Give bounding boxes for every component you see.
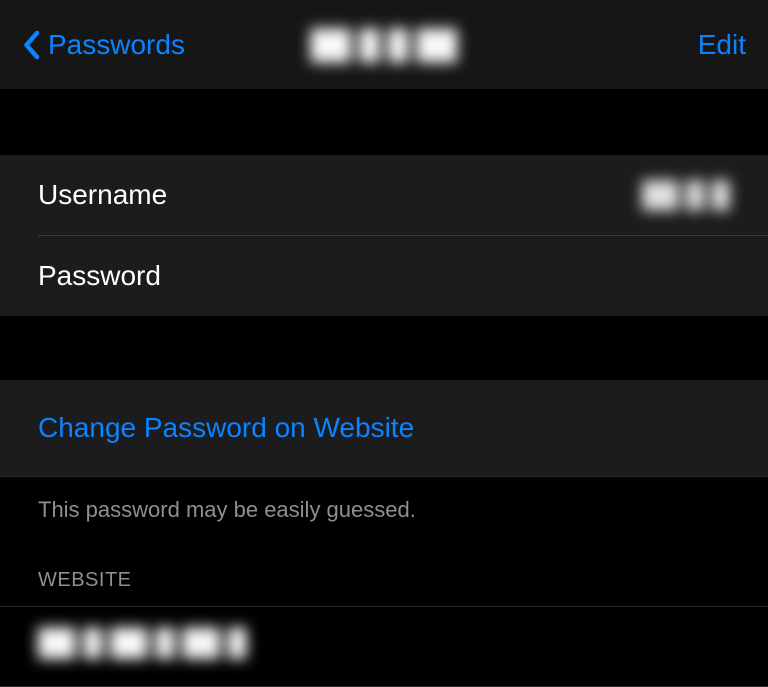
- title-redacted: ██ █ █ ██: [311, 29, 458, 61]
- nav-bar: Passwords ██ █ █ ██ Edit: [0, 0, 768, 89]
- chevron-left-icon: [22, 30, 40, 60]
- spacer: [0, 316, 768, 380]
- username-row[interactable]: Username ██ █ █: [0, 155, 768, 235]
- password-label: Password: [38, 260, 161, 292]
- password-row[interactable]: Password: [0, 236, 768, 316]
- website-value: ██ █ ██ █ ██ █: [38, 627, 247, 658]
- website-header: WEBSITE: [0, 551, 768, 606]
- security-hint: This password may be easily guessed.: [0, 477, 768, 551]
- username-value: ██ █ █: [642, 181, 730, 210]
- username-label: Username: [38, 179, 167, 211]
- change-password-button[interactable]: Change Password on Website: [0, 380, 768, 476]
- spacer: [0, 89, 768, 155]
- page-title: ██ █ █ ██: [311, 29, 458, 61]
- credentials-group: Username ██ █ █ Password: [0, 155, 768, 316]
- edit-button[interactable]: Edit: [698, 29, 746, 61]
- back-button[interactable]: Passwords: [22, 29, 185, 61]
- website-row[interactable]: ██ █ ██ █ ██ █: [0, 607, 768, 686]
- back-label: Passwords: [48, 29, 185, 61]
